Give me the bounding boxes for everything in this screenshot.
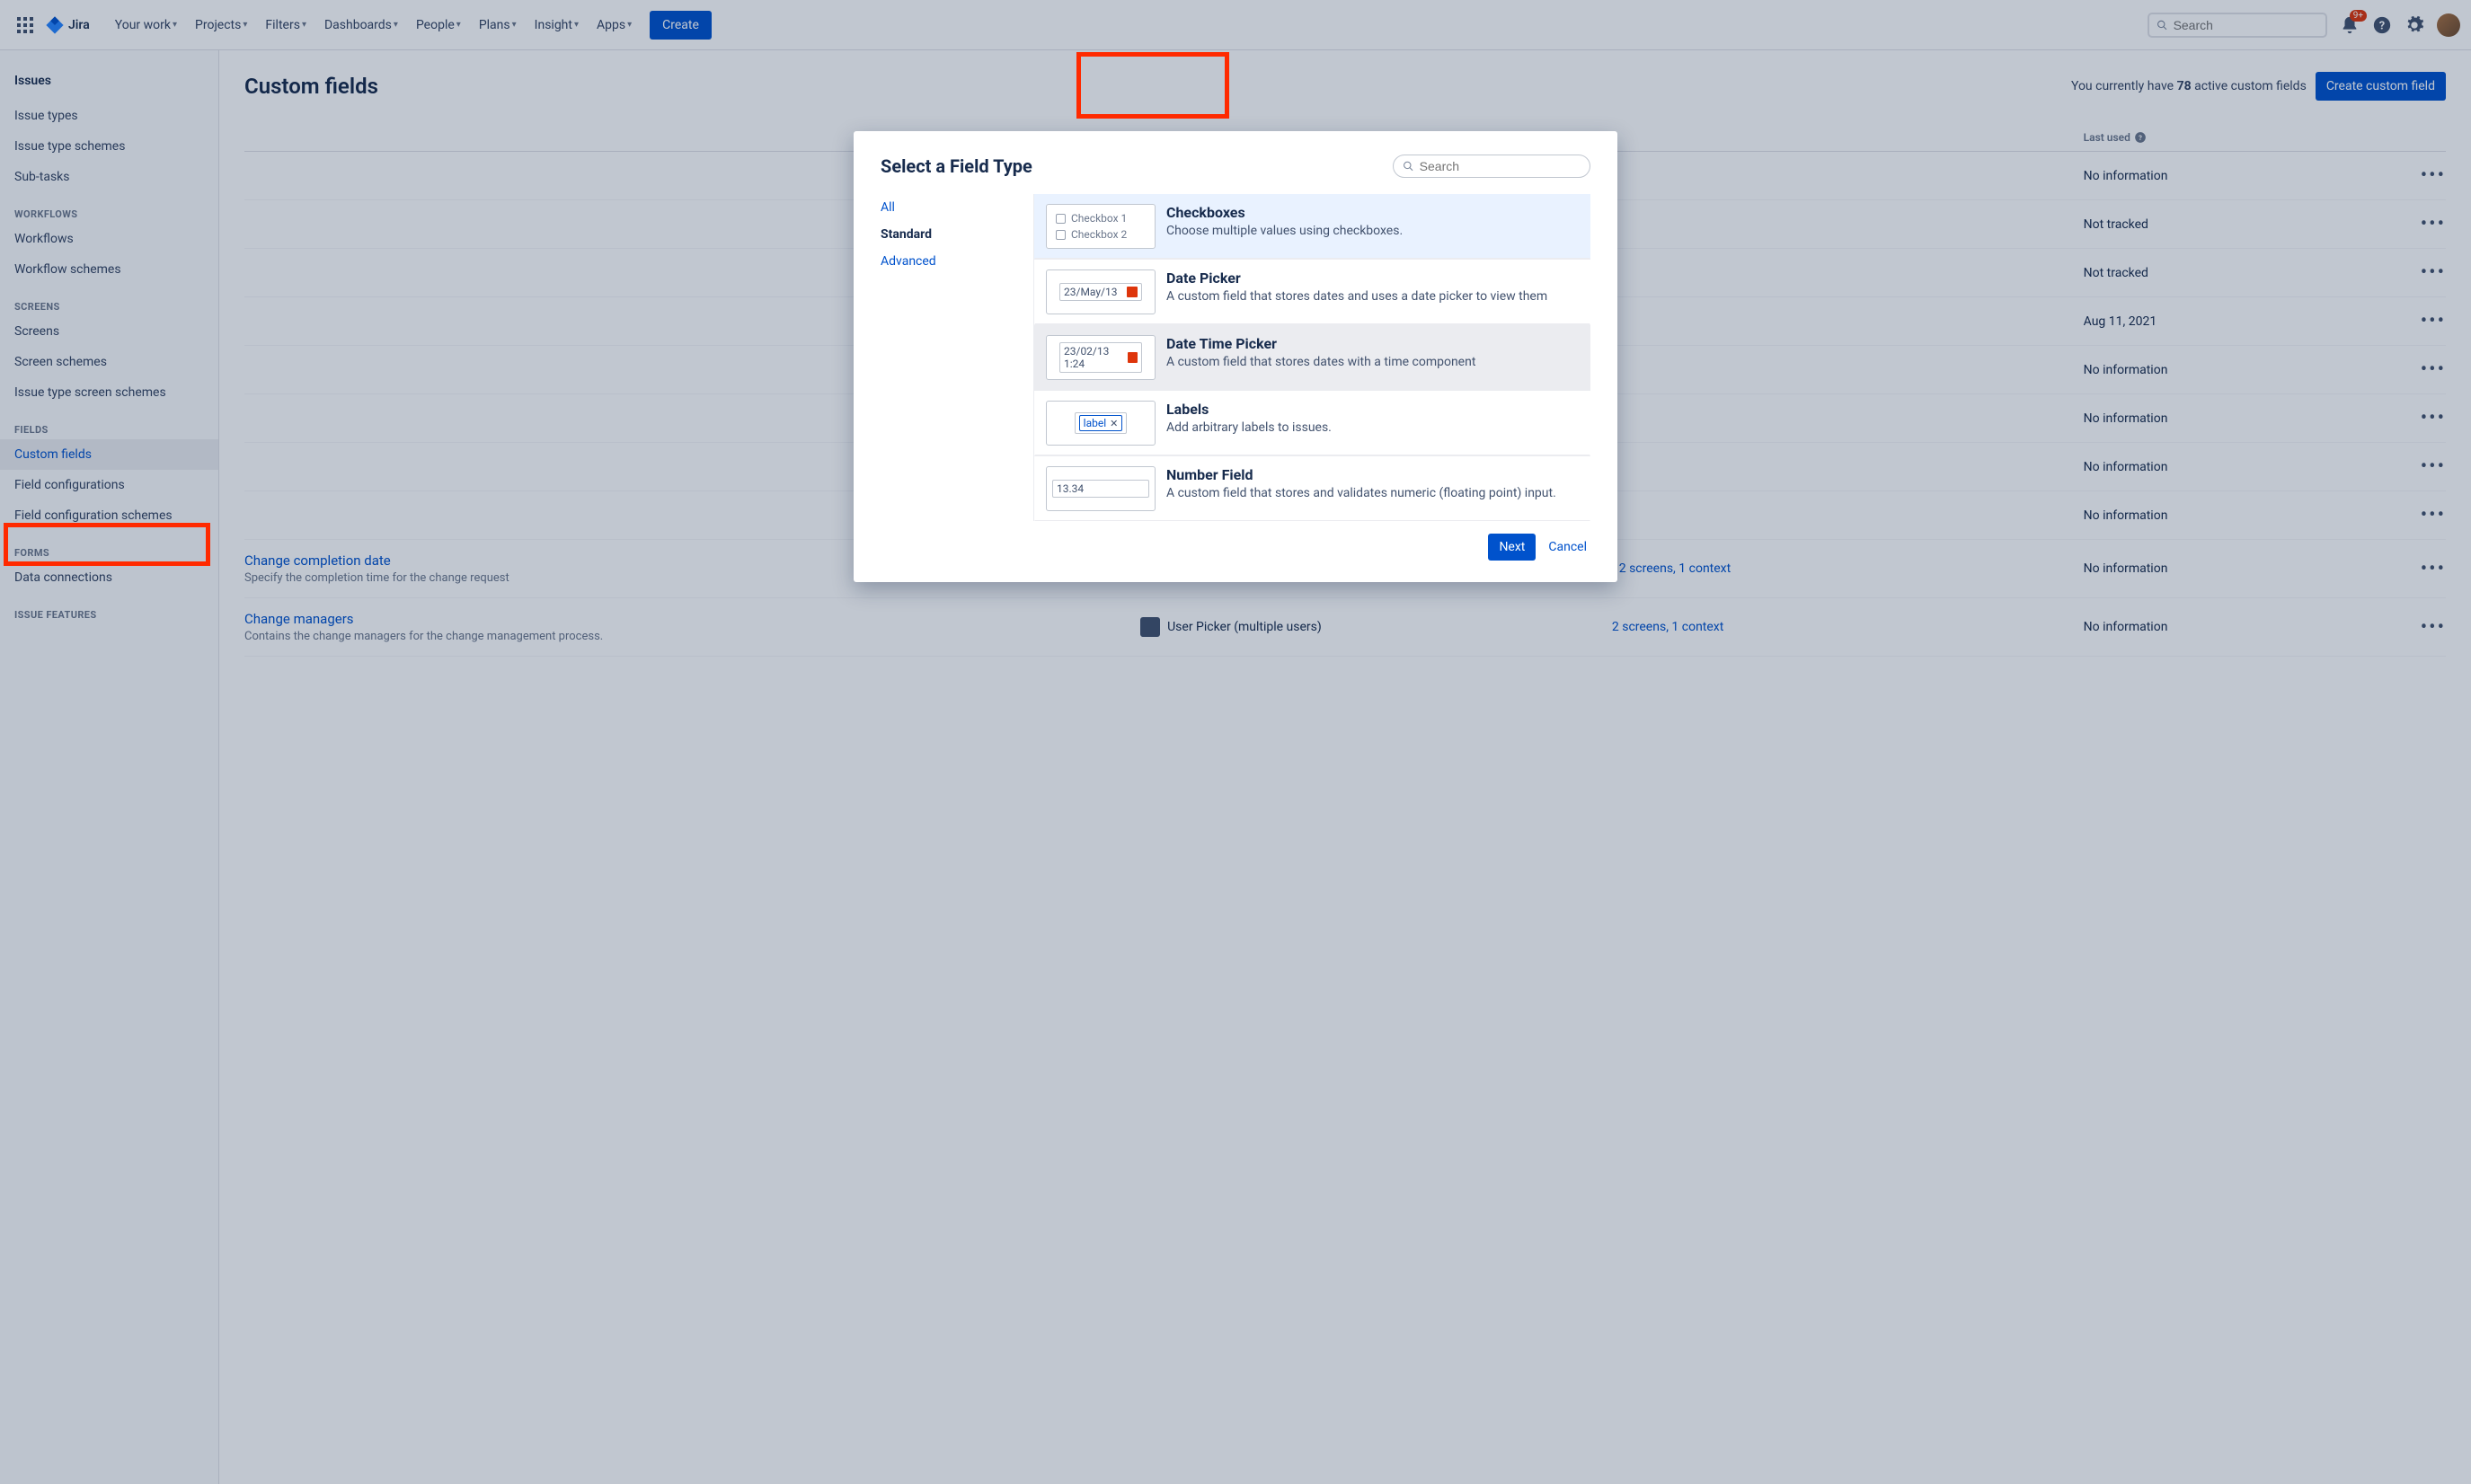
- field-type-preview: 23/May/13: [1046, 269, 1156, 314]
- modal-side-tabs: AllStandardAdvanced: [881, 194, 1033, 521]
- field-type-name: Number Field: [1166, 466, 1556, 483]
- field-type-name: Date Picker: [1166, 269, 1547, 287]
- cancel-link[interactable]: Cancel: [1548, 540, 1587, 554]
- modal-tab-all[interactable]: All: [881, 194, 1024, 221]
- calendar-icon: [1127, 287, 1138, 297]
- field-type-name: Labels: [1166, 401, 1332, 418]
- next-button[interactable]: Next: [1488, 534, 1536, 561]
- modal-tab-advanced[interactable]: Advanced: [881, 248, 1024, 275]
- field-type-preview: Checkbox 1Checkbox 2: [1046, 204, 1156, 249]
- field-type-description: A custom field that stores and validates…: [1166, 485, 1556, 503]
- field-type-option[interactable]: 23/May/13 Date PickerA custom field that …: [1034, 260, 1590, 325]
- field-type-name: Date Time Picker: [1166, 335, 1475, 352]
- search-icon: [1403, 160, 1414, 172]
- field-type-preview: 13.34: [1046, 466, 1156, 511]
- select-field-type-modal: Select a Field Type AllStandardAdvanced …: [854, 131, 1617, 582]
- field-type-description: Add arbitrary labels to issues.: [1166, 420, 1332, 437]
- field-type-name: Checkboxes: [1166, 204, 1403, 221]
- field-type-option[interactable]: label✕ Labels Add arbitrary labels to issu…: [1034, 391, 1590, 456]
- field-type-option[interactable]: 23/02/13 1:24 Date Time Picker A custom fi…: [1034, 325, 1590, 391]
- field-type-list: Checkbox 1Checkbox 2 Checkboxes Choose mul…: [1033, 194, 1590, 521]
- modal-title: Select a Field Type: [881, 155, 1032, 177]
- modal-tab-standard[interactable]: Standard: [881, 221, 1024, 248]
- field-type-option[interactable]: Checkbox 1Checkbox 2 Checkboxes Choose mul…: [1034, 194, 1590, 260]
- field-type-preview: label✕: [1046, 401, 1156, 446]
- modal-search[interactable]: [1393, 155, 1590, 178]
- modal-search-input[interactable]: [1420, 159, 1581, 173]
- field-type-description: Choose multiple values using checkboxes.: [1166, 223, 1403, 241]
- field-type-preview: 23/02/13 1:24: [1046, 335, 1156, 380]
- calendar-icon: [1128, 352, 1138, 363]
- field-type-description: A custom field that stores dates with a …: [1166, 354, 1475, 372]
- field-type-option[interactable]: 13.34 Number Field A custom field that sto…: [1034, 456, 1590, 521]
- field-type-description: A custom field that stores dates and use…: [1166, 288, 1547, 306]
